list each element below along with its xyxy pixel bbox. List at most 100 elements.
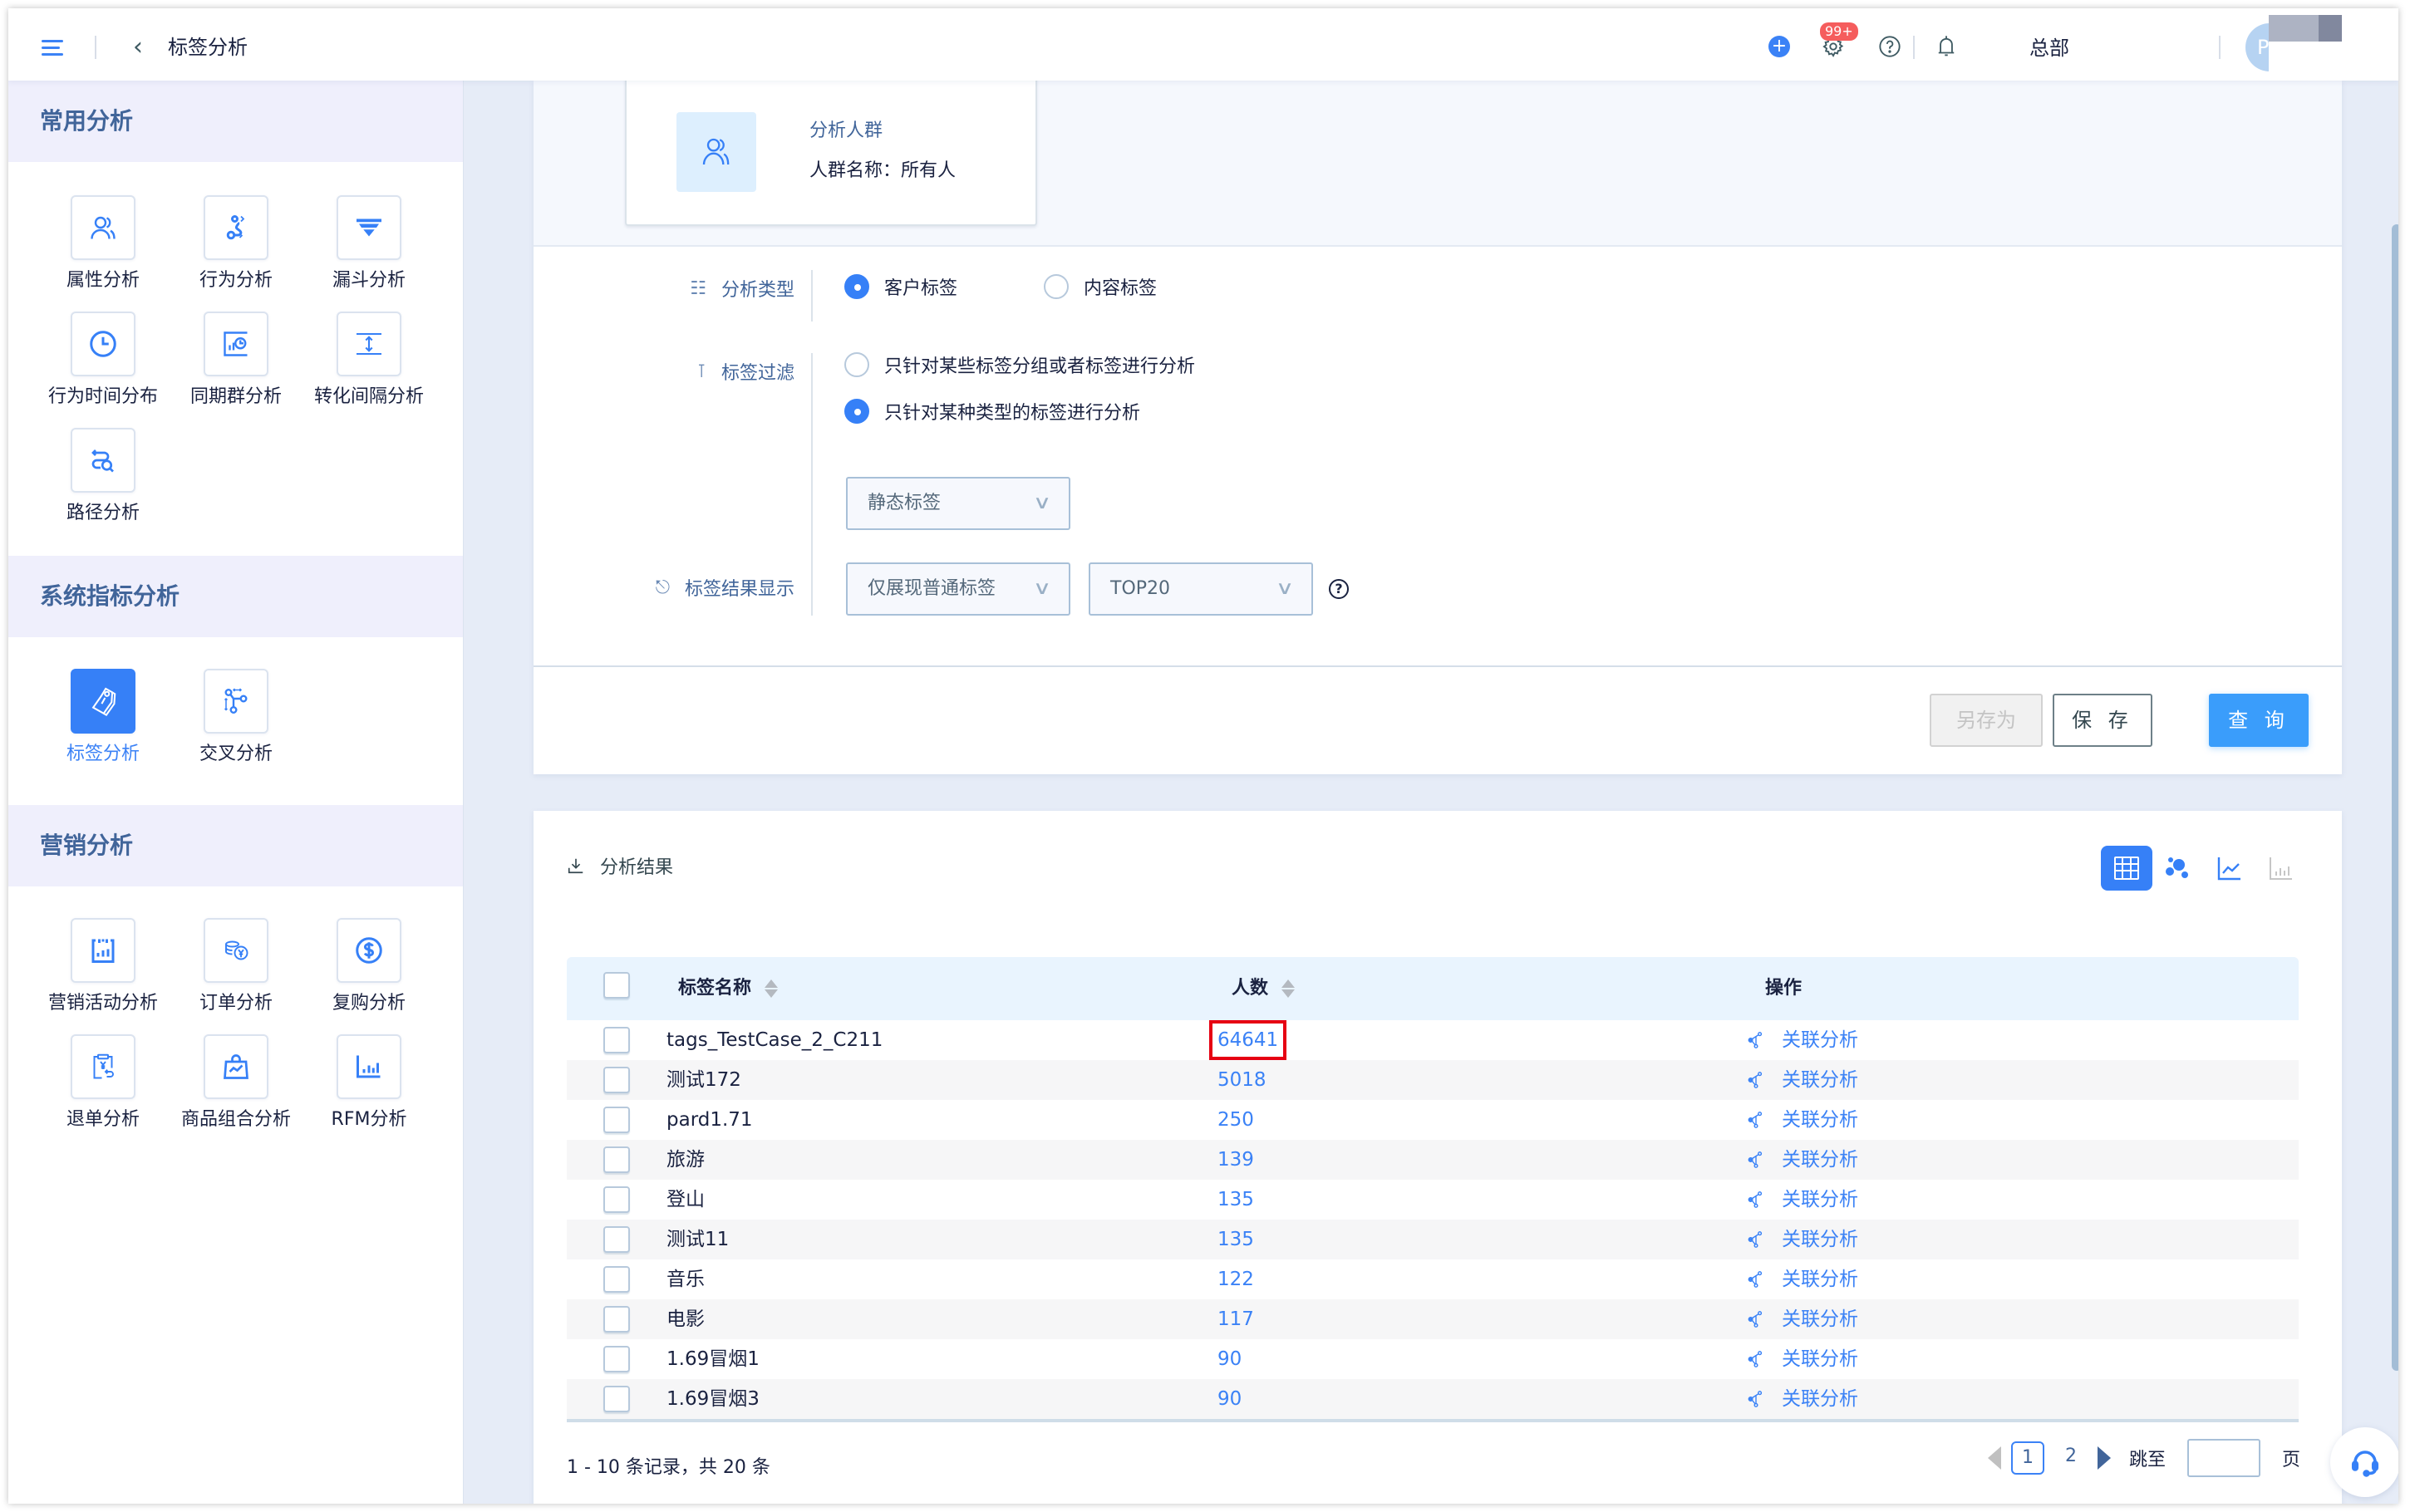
- count-link[interactable]: 64641: [1208, 1020, 1287, 1060]
- tile-grid-common: 属性分析 行为分析 漏斗分析 行为时间分布 同期群分析 转化间隔分析 路径分析: [8, 162, 463, 556]
- sidebar-item-cross-analysis[interactable]: 交叉分析: [170, 669, 302, 773]
- sidebar-item-conversion-interval[interactable]: 转化间隔分析: [302, 312, 435, 416]
- sidebar-item-refund-analysis[interactable]: 退单分析: [37, 1034, 170, 1139]
- count-link[interactable]: 135: [1211, 1220, 1261, 1259]
- row-checkbox[interactable]: [603, 1386, 630, 1412]
- add-icon[interactable]: +: [1768, 36, 1790, 57]
- related-analysis-link[interactable]: 关联分析: [1747, 1339, 1858, 1379]
- column-header-tag-name[interactable]: 标签名称: [678, 957, 779, 1020]
- count-link[interactable]: 139: [1211, 1140, 1261, 1180]
- sidebar-item-funnel-analysis[interactable]: 漏斗分析: [302, 195, 435, 300]
- table-row: 测试11 135 关联分析: [567, 1220, 2299, 1259]
- row-checkbox[interactable]: [603, 1067, 630, 1093]
- pagination-summary: 1 - 10 条记录，共 20 条: [567, 1457, 770, 1478]
- radio-customer-tag[interactable]: 客户标签: [844, 273, 957, 300]
- page-1-button[interactable]: 1: [2010, 1441, 2044, 1475]
- related-analysis-link[interactable]: 关联分析: [1747, 1100, 1858, 1140]
- sort-icon[interactable]: [1281, 979, 1296, 998]
- view-table-button[interactable]: [2101, 846, 2152, 891]
- sidebar-item-campaign-analysis[interactable]: 营销活动分析: [37, 918, 170, 1023]
- count-link[interactable]: 90: [1211, 1379, 1248, 1419]
- result-display-label: ⎋ 标签结果显示: [655, 577, 794, 601]
- view-bubble-button[interactable]: [2152, 846, 2204, 891]
- sort-icon[interactable]: [765, 979, 779, 998]
- table-body: tags_TestCase_2_C211 64641 关联分析 测试172 5018 关联…: [567, 1020, 2299, 1422]
- tag-name-cell: 旅游: [666, 1149, 705, 1171]
- page-2-button[interactable]: 2: [2054, 1441, 2088, 1475]
- sidebar-item-cohort-analysis[interactable]: 同期群分析: [170, 312, 302, 416]
- help-icon[interactable]: ?: [1329, 579, 1349, 599]
- campaign-calendar-icon: [91, 939, 115, 963]
- related-analysis-link[interactable]: 关联分析: [1747, 1220, 1858, 1259]
- row-checkbox[interactable]: [603, 1306, 630, 1333]
- page-title: 标签分析: [168, 36, 248, 59]
- related-analysis-link[interactable]: 关联分析: [1747, 1140, 1858, 1180]
- related-analysis-link[interactable]: 关联分析: [1747, 1020, 1858, 1060]
- sidebar-item-order-analysis[interactable]: 订单分析: [170, 918, 302, 1023]
- header-divider: [2219, 36, 2221, 59]
- support-button[interactable]: [2330, 1427, 2398, 1497]
- radio-specific-type[interactable]: 只针对某种类型的标签进行分析: [844, 398, 1140, 425]
- share-nodes-icon: [1748, 1311, 1763, 1328]
- org-switcher[interactable]: 总部: [2029, 35, 2069, 61]
- help-icon[interactable]: [1876, 33, 1903, 60]
- count-link[interactable]: 250: [1211, 1100, 1261, 1140]
- radio-specific-groups[interactable]: 只针对某些标签分组或者标签进行分析: [844, 351, 1195, 378]
- app-window: ‹ 标签分析 + 99+ 总部 P 常用分析 属性分析 行为分析 漏斗分析 行为…: [8, 8, 2398, 1504]
- sidebar-item-behavior-analysis[interactable]: 行为分析: [170, 195, 302, 300]
- count-link[interactable]: 5018: [1211, 1060, 1273, 1100]
- menu-icon[interactable]: [42, 40, 63, 56]
- bell-icon[interactable]: [1933, 33, 1960, 60]
- download-icon[interactable]: [567, 857, 585, 875]
- query-button[interactable]: 查 询: [2209, 694, 2309, 747]
- display-mode-select[interactable]: 仅展现普通标签 ∨: [846, 562, 1070, 616]
- related-analysis-link[interactable]: 关联分析: [1747, 1379, 1858, 1419]
- sidebar-item-behavior-time-distribution[interactable]: 行为时间分布: [37, 312, 170, 416]
- save-as-button[interactable]: 另存为: [1930, 694, 2043, 747]
- sidebar: 常用分析 属性分析 行为分析 漏斗分析 行为时间分布 同期群分析 转化间隔分析 …: [8, 81, 464, 1504]
- sidebar-item-repurchase-analysis[interactable]: 复购分析: [302, 918, 435, 1023]
- row-checkbox[interactable]: [603, 1027, 630, 1053]
- column-header-count[interactable]: 人数: [1232, 957, 1296, 1020]
- top-n-select[interactable]: TOP20 ∨: [1089, 562, 1313, 616]
- sidebar-item-product-bundle-analysis[interactable]: 商品组合分析: [170, 1034, 302, 1139]
- count-link[interactable]: 117: [1211, 1299, 1261, 1339]
- related-analysis-link[interactable]: 关联分析: [1747, 1060, 1858, 1100]
- crowd-card[interactable]: 分析人群 人群名称：所有人: [625, 72, 1037, 226]
- jump-page-input[interactable]: [2186, 1439, 2260, 1477]
- sidebar-item-rfm-analysis[interactable]: RFM分析: [302, 1034, 435, 1139]
- tag-type-select[interactable]: 静态标签 ∨: [846, 477, 1070, 530]
- save-button[interactable]: 保 存: [2053, 694, 2152, 747]
- sidebar-item-path-analysis[interactable]: 路径分析: [37, 428, 170, 533]
- related-analysis-link[interactable]: 关联分析: [1747, 1259, 1858, 1299]
- row-checkbox[interactable]: [603, 1186, 630, 1213]
- next-page-icon[interactable]: [2097, 1446, 2111, 1470]
- tag-outline-icon: ⎋: [655, 577, 670, 598]
- count-link[interactable]: 135: [1211, 1180, 1261, 1220]
- crowd-name: 人群名称：所有人: [809, 160, 957, 181]
- view-bar-button[interactable]: [2255, 846, 2307, 891]
- row-checkbox[interactable]: [603, 1146, 630, 1173]
- sidebar-item-tag-analysis[interactable]: 标签分析: [37, 669, 170, 773]
- table-row: 登山 135 关联分析: [567, 1180, 2299, 1220]
- row-checkbox[interactable]: [603, 1346, 630, 1372]
- select-all-checkbox[interactable]: [603, 972, 630, 999]
- count-link[interactable]: 90: [1211, 1339, 1248, 1379]
- row-checkbox[interactable]: [603, 1226, 630, 1253]
- tag-name-cell: 音乐: [666, 1269, 705, 1290]
- back-icon[interactable]: ‹: [133, 33, 143, 61]
- share-nodes-icon: [1748, 1072, 1763, 1088]
- row-checkbox[interactable]: [603, 1266, 630, 1293]
- count-link[interactable]: 122: [1211, 1259, 1261, 1299]
- related-analysis-link[interactable]: 关联分析: [1747, 1299, 1858, 1339]
- bar-chart-icon: [2270, 857, 2292, 880]
- related-analysis-link[interactable]: 关联分析: [1747, 1180, 1858, 1220]
- row-checkbox[interactable]: [603, 1107, 630, 1133]
- scrollbar[interactable]: [2392, 224, 2398, 1371]
- prev-page-icon[interactable]: [1987, 1446, 2001, 1470]
- sidebar-item-attribute-analysis[interactable]: 属性分析: [37, 195, 170, 300]
- radio-content-tag[interactable]: 内容标签: [1044, 273, 1157, 300]
- view-line-button[interactable]: [2204, 846, 2255, 891]
- results-table: 标签名称 人数 操作 tags_TestCase_2_C211 64641 关联分析…: [567, 957, 2299, 1422]
- tag-filter-label: ⊺ 标签过滤: [696, 361, 794, 385]
